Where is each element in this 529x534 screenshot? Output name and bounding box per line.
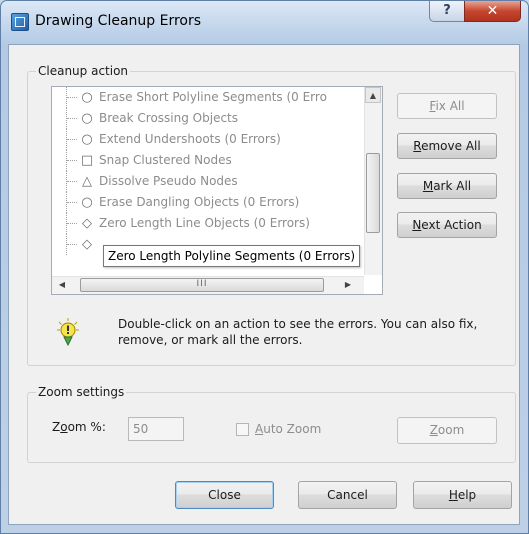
lightbulb-icon (57, 318, 79, 346)
help-button[interactable]: Help (413, 481, 512, 509)
list-item[interactable]: ◇ Zero Length Line Objects (0 Errors) (66, 213, 382, 234)
list-item-label: Extend Undershoots (0 Errors) (99, 132, 281, 146)
list-item-label: Break Crossing Objects (99, 111, 239, 125)
scroll-left-icon[interactable]: ◀ (54, 277, 70, 293)
circle-icon: ○ (81, 132, 93, 147)
title-bar[interactable]: Drawing Cleanup Errors ? ✕ (1, 1, 528, 45)
close-title-button[interactable]: ✕ (464, 1, 521, 22)
list-item[interactable]: ○ Erase Short Polyline Segments (0 Erro (66, 87, 382, 108)
list-item[interactable]: ○ Erase Dangling Objects (0 Errors) (66, 192, 382, 213)
auto-zoom-label[interactable]: Auto Zoom (255, 422, 321, 436)
cancel-button[interactable]: Cancel (298, 481, 397, 509)
zoom-percent-label: Zoom %: (52, 420, 106, 434)
mark-all-button[interactable]: Mark All (397, 173, 497, 199)
app-icon (11, 13, 29, 31)
info-message: Double-click on an action to see the err… (118, 317, 478, 347)
close-button[interactable]: Close (175, 481, 274, 509)
remove-all-button[interactable]: Remove All (397, 133, 497, 159)
list-item[interactable]: ○ Break Crossing Objects (66, 108, 382, 129)
zoom-button[interactable]: Zoom (397, 417, 497, 444)
fix-all-button[interactable]: Fix All (397, 93, 497, 119)
cleanup-action-legend: Cleanup action (38, 64, 129, 78)
list-item[interactable]: □ Snap Clustered Nodes (66, 150, 382, 171)
list-horizontal-scrollbar[interactable]: ◀ III ▶ (52, 276, 364, 294)
vertical-scroll-thumb[interactable] (366, 153, 380, 233)
list-item-label: Dissolve Pseudo Nodes (99, 174, 238, 188)
triangle-icon: △ (82, 174, 92, 189)
list-item[interactable]: ○ Extend Undershoots (0 Errors) (66, 129, 382, 150)
window-title: Drawing Cleanup Errors (35, 13, 202, 29)
help-title-button[interactable]: ? (429, 1, 465, 22)
zoom-percent-input[interactable]: 50 (128, 417, 184, 441)
diamond-icon: ◇ (82, 237, 92, 252)
circle-icon: ○ (81, 195, 93, 210)
list-vertical-scrollbar[interactable]: ▲ (364, 87, 382, 275)
list-item-label: Erase Dangling Objects (0 Errors) (99, 195, 300, 209)
auto-zoom-checkbox[interactable] (236, 423, 249, 436)
horizontal-scroll-thumb[interactable]: III (80, 278, 324, 292)
list-item[interactable]: △ Dissolve Pseudo Nodes (66, 171, 382, 192)
list-item-label: Zero Length Line Objects (0 Errors) (99, 216, 310, 230)
next-action-button[interactable]: Next Action (397, 212, 497, 238)
zoom-settings-legend: Zoom settings (38, 385, 125, 399)
list-item-label: Erase Short Polyline Segments (0 Erro (99, 90, 327, 104)
scroll-up-icon[interactable]: ▲ (365, 87, 381, 103)
list-item-label: Snap Clustered Nodes (99, 153, 232, 167)
circle-icon: ○ (81, 111, 93, 126)
selected-item-tooltip[interactable]: Zero Length Polyline Segments (0 Errors) (103, 245, 361, 267)
scroll-right-icon[interactable]: ▶ (340, 277, 356, 293)
diamond-icon: ◇ (82, 216, 92, 231)
circle-icon: ○ (81, 90, 93, 105)
square-icon: □ (80, 153, 94, 168)
